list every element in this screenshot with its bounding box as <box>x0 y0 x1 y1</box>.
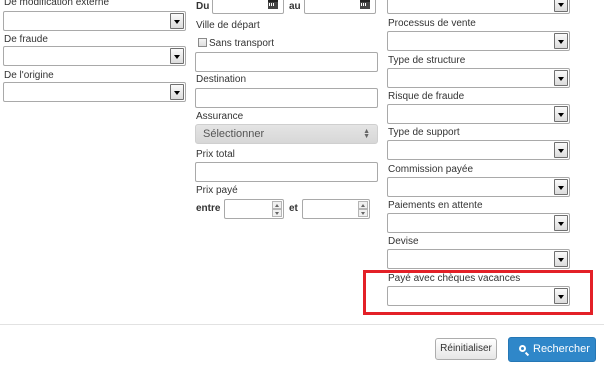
date-from-label: Du <box>196 1 210 12</box>
ville-depart-label: Ville de départ <box>196 20 260 31</box>
devise-label: Devise <box>388 236 419 247</box>
destination-label: Destination <box>196 74 247 85</box>
modification-externe-select[interactable] <box>3 11 186 31</box>
commission-label: Commission payée <box>388 164 474 175</box>
chevron-down-icon <box>554 70 568 86</box>
prix-total-label: Prix total <box>196 149 235 160</box>
chevron-down-icon <box>170 48 184 64</box>
prix-paye-label: Prix payé <box>196 185 238 196</box>
et-label: et <box>289 203 298 214</box>
sans-transport-checkbox[interactable] <box>198 38 207 47</box>
fraude-label: De fraude <box>4 34 48 45</box>
spinner[interactable] <box>358 201 368 217</box>
chevron-down-icon <box>170 13 184 29</box>
risque-fraude-label: Risque de fraude <box>388 91 465 102</box>
search-button-label: Rechercher <box>533 343 590 355</box>
type-support-label: Type de support <box>388 127 460 138</box>
assurance-selected-value: Sélectionner <box>203 128 265 140</box>
assurance-label: Assurance <box>196 111 244 122</box>
commission-select[interactable] <box>387 177 570 197</box>
origine-select[interactable] <box>3 82 186 102</box>
calendar-icon[interactable] <box>268 0 278 9</box>
footer-divider <box>0 324 604 325</box>
date-from-input[interactable] <box>212 0 284 14</box>
assurance-select[interactable]: Sélectionner ▲ ▼ <box>195 124 378 144</box>
updown-icon: ▲ ▼ <box>363 128 370 140</box>
calendar-icon[interactable] <box>360 0 370 9</box>
ville-depart-input[interactable] <box>195 52 378 72</box>
prix-total-input[interactable] <box>195 162 378 182</box>
chevron-down-icon <box>554 142 568 158</box>
prix-min-input[interactable] <box>224 199 284 219</box>
sans-transport-label: Sans transport <box>209 38 275 49</box>
chevron-down-icon <box>554 179 568 195</box>
processus-vente-label: Processus de vente <box>388 18 476 29</box>
entre-label: entre <box>196 203 221 214</box>
type-structure-select[interactable] <box>387 68 570 88</box>
date-to-label: au <box>289 1 301 12</box>
top-right-select[interactable] <box>387 0 570 14</box>
date-to-input[interactable] <box>304 0 376 14</box>
chevron-down-icon <box>170 84 184 100</box>
destination-input[interactable] <box>195 88 378 108</box>
chevron-down-icon <box>554 251 568 267</box>
chevron-down-icon <box>554 33 568 49</box>
reset-button[interactable]: Réinitialiser <box>435 338 497 360</box>
fraude-select[interactable] <box>3 46 186 66</box>
paiements-attente-select[interactable] <box>387 213 570 233</box>
modification-externe-label: De modification externe <box>4 0 110 8</box>
search-icon <box>519 345 526 352</box>
search-button[interactable]: Rechercher <box>508 337 596 362</box>
chevron-down-icon <box>554 106 568 122</box>
spinner[interactable] <box>272 201 282 217</box>
prix-max-input[interactable] <box>302 199 370 219</box>
risque-fraude-select[interactable] <box>387 104 570 124</box>
processus-vente-select[interactable] <box>387 31 570 51</box>
highlight-box <box>363 270 593 315</box>
paiements-attente-label: Paiements en attente <box>388 200 483 211</box>
chevron-down-icon <box>554 215 568 231</box>
type-support-select[interactable] <box>387 140 570 160</box>
devise-select[interactable] <box>387 249 570 269</box>
chevron-down-icon <box>554 0 568 12</box>
origine-label: De l'origine <box>4 70 54 81</box>
type-structure-label: Type de structure <box>388 55 466 66</box>
